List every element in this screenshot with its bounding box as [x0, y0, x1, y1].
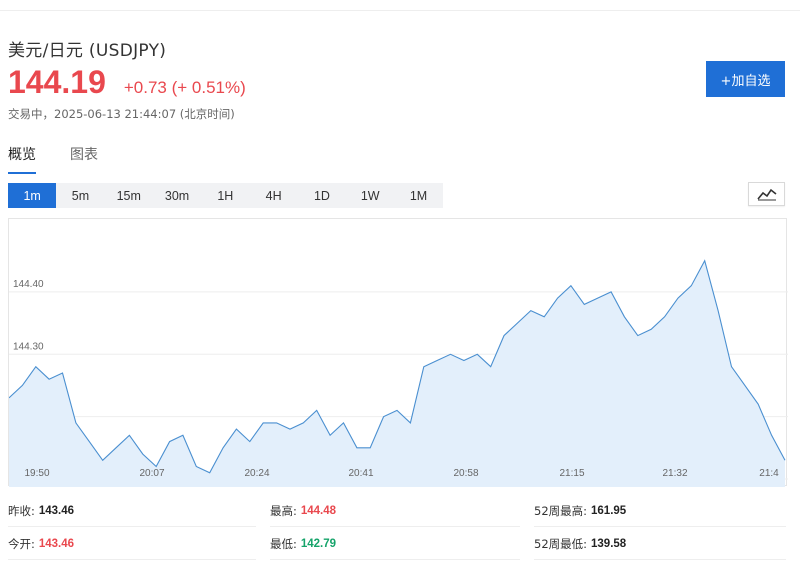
current-price: 144.19	[8, 64, 106, 100]
add-to-watchlist-button[interactable]: +加自选	[706, 61, 785, 97]
stat-low: 最低: 142.79	[270, 527, 534, 560]
stats-row: 今开: 143.46 最低: 142.79 52周最低: 139.58	[8, 527, 788, 560]
stats-panel: 昨收: 143.46 最高: 144.48 52周最高: 161.95 今开: …	[8, 494, 788, 560]
stat-label: 最低:	[270, 536, 297, 551]
interval-selector: 1m 5m 15m 30m 1H 4H 1D 1W 1M	[8, 183, 443, 208]
price-area	[9, 260, 785, 487]
stat-label: 今开:	[8, 536, 35, 551]
interval-5m[interactable]: 5m	[56, 183, 104, 208]
y-tick-label: 144.40	[13, 279, 44, 290]
stat-value: 142.79	[300, 537, 337, 550]
stat-open: 今开: 143.46	[8, 527, 270, 560]
top-divider	[0, 10, 800, 11]
instrument-title: 美元/日元 (USDJPY)	[8, 41, 167, 61]
interval-1mo[interactable]: 1M	[394, 183, 442, 208]
x-tick-label: 19:50	[24, 468, 49, 479]
interval-1h[interactable]: 1H	[201, 183, 249, 208]
price-chart[interactable]: 144.10144.20144.30144.4019:5020:0720:242…	[8, 218, 788, 487]
line-chart-icon	[756, 188, 776, 201]
stat-value: 144.48	[300, 504, 337, 517]
tab-chart[interactable]: 图表	[70, 144, 98, 174]
x-tick-label: 21:32	[662, 468, 687, 479]
divider	[534, 559, 786, 560]
x-tick-label: 20:58	[453, 468, 478, 479]
stat-52w-low: 52周最低: 139.58	[534, 527, 788, 560]
interval-1m[interactable]: 1m	[8, 183, 57, 208]
stat-value: 161.95	[591, 504, 627, 517]
y-tick-label: 144.30	[13, 341, 44, 352]
stat-value: 139.58	[591, 537, 627, 550]
interval-1d[interactable]: 1D	[298, 183, 346, 208]
stat-52w-high: 52周最高: 161.95	[534, 494, 788, 527]
divider	[8, 559, 256, 560]
price-row: 144.19 +0.73 (+ 0.51%)	[8, 64, 246, 101]
stat-value: 143.46	[38, 537, 75, 550]
stat-value: 143.46	[38, 504, 75, 517]
chart-type-button[interactable]	[748, 182, 785, 206]
x-tick-label: 20:24	[244, 468, 269, 479]
interval-1w[interactable]: 1W	[346, 183, 394, 208]
stat-label: 52周最低:	[534, 536, 588, 551]
stat-high: 最高: 144.48	[270, 494, 534, 527]
stat-label: 52周最高:	[534, 503, 588, 518]
price-change: +0.73 (+ 0.51%)	[123, 78, 246, 97]
x-tick-label: 21:15	[559, 468, 584, 479]
stat-prev-close: 昨收: 143.46	[8, 494, 270, 527]
tab-bar: 概览 图表	[8, 144, 132, 174]
tab-overview[interactable]: 概览	[8, 144, 36, 174]
trading-status: 交易中，2025-06-13 21:44:07 (北京时间)	[8, 107, 235, 121]
stats-row: 昨收: 143.46 最高: 144.48 52周最高: 161.95	[8, 494, 788, 527]
x-tick-label: 20:07	[139, 468, 164, 479]
stat-label: 最高:	[270, 503, 297, 518]
price-chart-svg: 144.10144.20144.30144.4019:5020:0720:242…	[9, 259, 788, 487]
interval-4h[interactable]: 4H	[249, 183, 297, 208]
interval-15m[interactable]: 15m	[105, 183, 153, 208]
divider	[270, 559, 520, 560]
x-tick-label: 21:4	[759, 468, 779, 479]
x-tick-label: 20:41	[348, 468, 373, 479]
interval-30m[interactable]: 30m	[153, 183, 201, 208]
stat-label: 昨收:	[8, 503, 35, 518]
